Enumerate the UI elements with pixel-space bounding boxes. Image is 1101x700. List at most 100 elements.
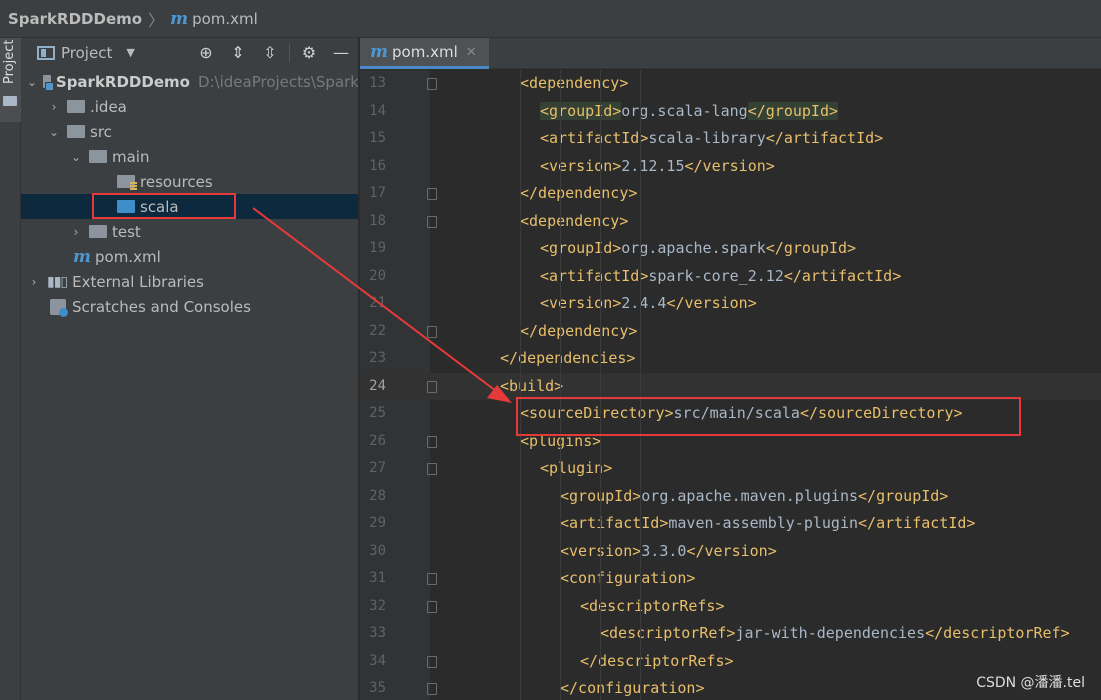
fold-marker-icon[interactable] bbox=[427, 325, 437, 338]
tree-item-label: External Libraries bbox=[72, 272, 204, 291]
project-tab-label: Project bbox=[2, 39, 17, 84]
code-text: <artifactId>maven-assembly-plugin</artif… bbox=[560, 514, 976, 532]
tree-item-scratches[interactable]: Scratches and Consoles bbox=[21, 294, 358, 319]
fold-marker-icon[interactable] bbox=[427, 683, 437, 695]
code-line[interactable]: 24 <build> bbox=[360, 372, 1101, 400]
module-folder-icon bbox=[43, 75, 54, 91]
code-line[interactable]: 13 <dependency> bbox=[360, 70, 1101, 98]
tree-item-project-root[interactable]: ⌄ SparkRDDDemo D:\ideaProjects\Spark bbox=[21, 69, 358, 94]
code-line[interactable]: 16 <version>2.12.15</version> bbox=[360, 153, 1101, 181]
code-text: </dependency> bbox=[520, 321, 638, 340]
resources-folder-icon bbox=[117, 175, 137, 190]
line-number: 34 bbox=[369, 652, 386, 669]
line-number: 25 bbox=[369, 405, 386, 421]
code-line[interactable]: 18 <dependency> bbox=[360, 208, 1101, 236]
line-number: 35 bbox=[369, 680, 386, 696]
fold-marker-icon[interactable] bbox=[427, 655, 437, 668]
code-line[interactable]: 28 <groupId>org.apache.maven.plugins</gro… bbox=[360, 483, 1101, 511]
chevron-down-icon[interactable]: ⌄ bbox=[47, 125, 61, 139]
tree-item-resources[interactable]: resources bbox=[21, 169, 358, 194]
code-line[interactable]: 20 <artifactId>spark-core_2.12</artifactI… bbox=[360, 263, 1101, 291]
code-line[interactable]: 32 <descriptorRefs> bbox=[360, 593, 1101, 621]
indent-guide bbox=[560, 70, 561, 700]
code-line[interactable]: 21 <version>2.4.4</version> bbox=[360, 290, 1101, 318]
project-tool-window-tab[interactable]: Project bbox=[0, 38, 21, 122]
project-tool-window: Project ▼ ⊕ ⇕ ⇳ ⚙ — ⌄ SparkRDDDemo D:\id… bbox=[21, 38, 359, 700]
scratches-icon bbox=[50, 298, 68, 317]
expand-all-icon[interactable]: ⇕ bbox=[225, 40, 251, 66]
tree-item-label: Scratches and Consoles bbox=[72, 297, 251, 316]
tree-item-pom[interactable]: m pom.xml bbox=[21, 244, 358, 269]
tree-item-label: SparkRDDDemo bbox=[55, 72, 190, 91]
tree-item-src[interactable]: ⌄ src bbox=[21, 119, 358, 144]
code-line[interactable]: 14 <groupId>org.scala-lang</groupId> bbox=[360, 98, 1101, 126]
line-number: 31 bbox=[369, 570, 386, 586]
tree-item-idea[interactable]: › .idea bbox=[21, 94, 358, 119]
fold-marker-icon[interactable] bbox=[427, 188, 437, 200]
fold-marker-icon[interactable] bbox=[427, 573, 437, 585]
annotation-box-source-directory bbox=[516, 397, 1021, 436]
line-number: 15 bbox=[369, 130, 386, 146]
maven-icon: m bbox=[370, 42, 388, 62]
chevron-right-icon[interactable]: › bbox=[47, 100, 61, 114]
folder-icon bbox=[67, 125, 85, 138]
code-line[interactable]: 17 </dependency> bbox=[360, 180, 1101, 208]
code-text: <descriptorRef>jar-with-dependencies</de… bbox=[600, 624, 1070, 642]
line-number: 23 bbox=[369, 350, 386, 366]
close-icon[interactable]: ✕ bbox=[466, 45, 477, 60]
code-text: </configuration> bbox=[560, 679, 705, 697]
indent-guide bbox=[600, 70, 601, 700]
code-line[interactable]: 15 <artifactId>scala-library</artifactId> bbox=[360, 125, 1101, 153]
fold-marker-icon[interactable] bbox=[427, 215, 437, 228]
code-line[interactable]: 33 <descriptorRef>jar-with-dependencies</… bbox=[360, 620, 1101, 648]
line-number: 16 bbox=[369, 157, 386, 174]
code-line[interactable]: 27 <plugin> bbox=[360, 455, 1101, 483]
tree-item-label: main bbox=[112, 147, 150, 166]
folder-icon bbox=[89, 150, 107, 163]
line-number: 24 bbox=[369, 377, 386, 394]
line-number: 22 bbox=[369, 322, 386, 339]
tree-item-external-libraries[interactable]: › ▮▮▯ External Libraries bbox=[21, 269, 358, 294]
view-selector[interactable]: Project bbox=[61, 44, 112, 62]
breadcrumb-project[interactable]: SparkRDDDemo bbox=[8, 10, 142, 28]
breadcrumb-file[interactable]: pom.xml bbox=[192, 10, 258, 28]
collapse-all-icon[interactable]: ⇳ bbox=[257, 40, 283, 66]
chevron-right-icon[interactable]: › bbox=[27, 275, 41, 289]
maven-icon: m bbox=[73, 246, 91, 267]
watermark: CSDN @潘潘.tel bbox=[976, 675, 1085, 691]
code-line[interactable]: 29 <artifactId>maven-assembly-plugin</art… bbox=[360, 510, 1101, 538]
code-line[interactable]: 30 <version>3.3.0</version> bbox=[360, 538, 1101, 566]
locate-file-icon[interactable]: ⊕ bbox=[193, 40, 219, 66]
fold-marker-icon[interactable] bbox=[427, 78, 437, 90]
chevron-down-icon[interactable]: ⌄ bbox=[69, 150, 83, 164]
breadcrumb-separator: 〉 bbox=[148, 10, 165, 30]
tab-label: pom.xml bbox=[392, 43, 458, 61]
code-line[interactable]: 19 <groupId>org.apache.spark</groupId> bbox=[360, 235, 1101, 263]
code-line[interactable]: 22 </dependency> bbox=[360, 318, 1101, 346]
tree-item-label: pom.xml bbox=[95, 247, 161, 266]
code-text: <version>2.12.15</version> bbox=[540, 156, 775, 175]
fold-marker-icon[interactable] bbox=[427, 600, 437, 613]
code-text: <version>3.3.0</version> bbox=[560, 541, 777, 560]
code-line[interactable]: 23 </dependencies> bbox=[360, 345, 1101, 373]
line-number: 33 bbox=[369, 625, 386, 641]
tree-item-label: resources bbox=[140, 172, 213, 191]
code-line[interactable]: 31 <configuration> bbox=[360, 565, 1101, 593]
fold-marker-icon[interactable] bbox=[427, 380, 437, 393]
gear-icon[interactable]: ⚙ bbox=[296, 40, 322, 66]
chevron-down-icon[interactable]: ⌄ bbox=[27, 75, 37, 89]
chevron-right-icon[interactable]: › bbox=[69, 225, 83, 239]
fold-marker-icon[interactable] bbox=[427, 463, 437, 475]
hide-icon[interactable]: — bbox=[328, 40, 354, 66]
tree-item-main[interactable]: ⌄ main bbox=[21, 144, 358, 169]
fold-marker-icon[interactable] bbox=[427, 435, 437, 448]
line-number: 28 bbox=[369, 487, 386, 504]
tab-pom-xml[interactable]: m pom.xml ✕ bbox=[360, 38, 489, 69]
code-line[interactable]: 34 </descriptorRefs> bbox=[360, 648, 1101, 676]
indent-guide bbox=[520, 70, 521, 700]
chevron-down-icon[interactable]: ▼ bbox=[126, 46, 134, 59]
tree-item-test[interactable]: › test bbox=[21, 219, 358, 244]
code-text: <artifactId>scala-library</artifactId> bbox=[540, 129, 884, 147]
code-text: <dependency> bbox=[520, 74, 629, 92]
code-text: </dependency> bbox=[520, 184, 638, 202]
